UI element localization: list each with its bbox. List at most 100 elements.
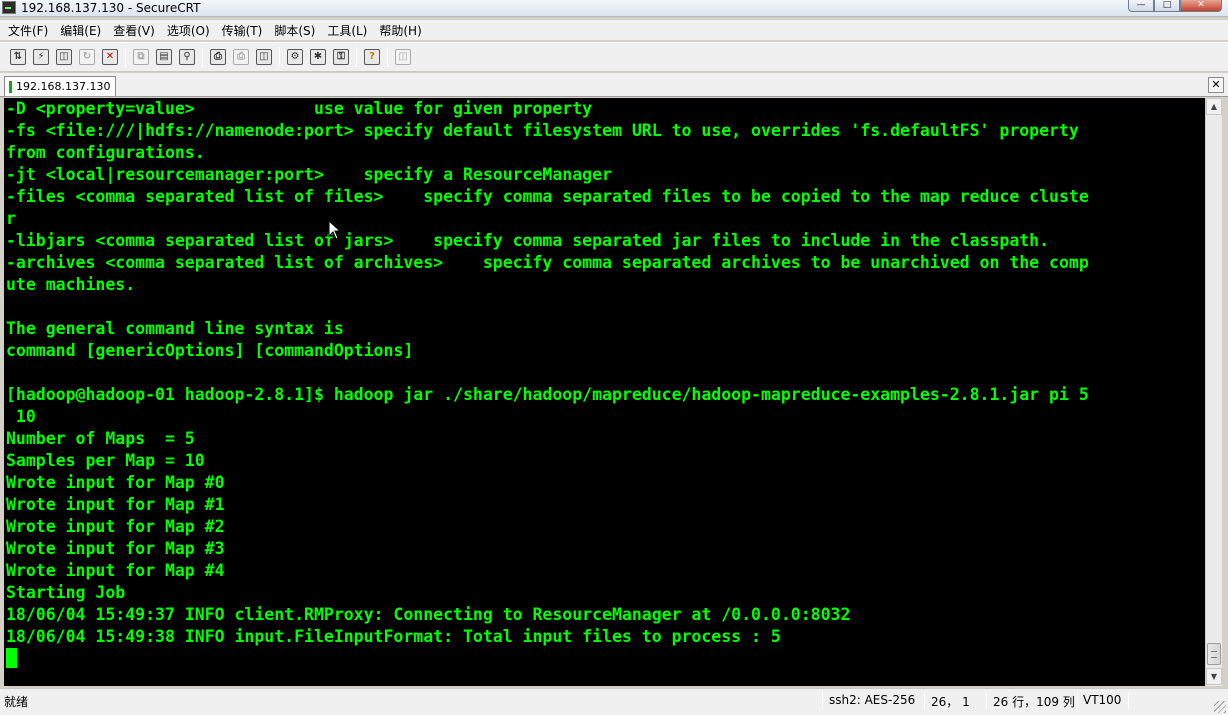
terminal-line: Wrote input for Map #1 bbox=[6, 495, 225, 514]
maximize-button[interactable]: □ bbox=[1154, 0, 1180, 12]
disconnect-icon: ✕ bbox=[102, 49, 118, 65]
terminal-line: The general command line syntax is bbox=[6, 319, 344, 338]
menu-options[interactable]: 选项(O) bbox=[161, 22, 216, 39]
menu-script[interactable]: 脚本(S) bbox=[268, 22, 321, 39]
session-tab[interactable]: 192.168.137.130 bbox=[4, 76, 116, 96]
print-button[interactable]: ⎙ bbox=[208, 47, 228, 67]
menu-help[interactable]: 帮助(H) bbox=[373, 22, 427, 39]
terminal-cursor bbox=[6, 648, 17, 668]
connect-icon: ⇅ bbox=[10, 49, 26, 65]
toolbar: ⇅ ⚡ ◫ ↻ ✕ ⧉ ▤ ⚲ ⎙ ⎙ ◫ ⚙ ✱ ⚿ ? ◫ bbox=[0, 42, 1228, 72]
print-setup-icon: ◫ bbox=[256, 49, 272, 65]
key-generate-button[interactable]: ⚿ bbox=[331, 47, 351, 67]
scrollbar-thumb[interactable] bbox=[1207, 643, 1221, 665]
status-cursor-position: 26， 1 bbox=[931, 695, 970, 709]
terminal-screen[interactable]: -D <property=value> use value for given … bbox=[4, 98, 1205, 686]
paste-icon: ▤ bbox=[156, 49, 172, 65]
title-bar: 192.168.137.130 - SecureCRT — □ ✕ bbox=[0, 0, 1228, 17]
menu-bar: 文件(F) 编辑(E) 查看(V) 选项(O) 传输(T) 脚本(S) 工具(L… bbox=[0, 20, 1228, 40]
resize-grip-icon[interactable] bbox=[1214, 701, 1226, 713]
menu-transfer[interactable]: 传输(T) bbox=[216, 22, 269, 39]
session-options-icon: ⚙ bbox=[287, 49, 303, 65]
find-button[interactable]: ⚲ bbox=[177, 47, 197, 67]
terminal-line: Starting Job bbox=[6, 583, 126, 602]
global-options-icon: ✱ bbox=[310, 49, 326, 65]
key-generate-icon: ⚿ bbox=[333, 49, 349, 65]
scroll-up-arrow-icon[interactable]: ▲ bbox=[1206, 98, 1222, 115]
global-options-button[interactable]: ✱ bbox=[308, 47, 328, 67]
terminal-line: Wrote input for Map #3 bbox=[6, 539, 225, 558]
connect-tab-button[interactable]: ◫ bbox=[54, 47, 74, 67]
quick-connect-button[interactable]: ⚡ bbox=[31, 47, 51, 67]
terminal-line: -fs <file:///|hdfs://namenode:port> spec… bbox=[6, 121, 1079, 140]
toolbar-separator bbox=[202, 47, 203, 67]
window-controls: — □ ✕ bbox=[1128, 0, 1222, 12]
print-setup-button[interactable]: ◫ bbox=[254, 47, 274, 67]
terminal-line: Wrote input for Map #0 bbox=[6, 473, 225, 492]
print-selection-button[interactable]: ⎙ bbox=[231, 47, 251, 67]
menu-view[interactable]: 查看(V) bbox=[107, 22, 161, 39]
reconnect-button[interactable]: ↻ bbox=[77, 47, 97, 67]
status-bar: 就绪 ssh2: AES-256 26， 1 26 行，109 列 VT100 bbox=[0, 688, 1228, 715]
terminal-line: -files <comma separated list of files> s… bbox=[6, 187, 1089, 206]
menu-edit[interactable]: 编辑(E) bbox=[54, 22, 107, 39]
terminal-line: Samples per Map = 10 bbox=[6, 451, 205, 470]
session-tab-label: 192.168.137.130 bbox=[16, 80, 111, 93]
find-icon: ⚲ bbox=[179, 49, 195, 65]
status-divider bbox=[1077, 692, 1078, 710]
terminal-line: from configurations. bbox=[6, 143, 205, 162]
sftp-button[interactable]: ◫ bbox=[393, 47, 413, 67]
toolbar-separator bbox=[356, 47, 357, 67]
terminal-line: -libjars <comma separated list of jars> … bbox=[6, 231, 1050, 250]
terminal-line: -D <property=value> use value for given … bbox=[6, 99, 593, 118]
terminal-line: 18/06/04 15:49:38 INFO input.FileInputFo… bbox=[6, 627, 781, 646]
print-selection-icon: ⎙ bbox=[233, 49, 249, 65]
help-button[interactable]: ? bbox=[362, 47, 382, 67]
terminal-line: Wrote input for Map #4 bbox=[6, 561, 225, 580]
connected-status-icon bbox=[9, 80, 12, 93]
vertical-scrollbar[interactable]: ▲ ▼ bbox=[1205, 98, 1222, 686]
status-divider bbox=[822, 692, 823, 710]
scroll-down-arrow-icon[interactable]: ▼ bbox=[1206, 668, 1222, 685]
status-emulation: VT100 bbox=[1083, 693, 1122, 707]
copy-button[interactable]: ⧉ bbox=[131, 47, 151, 67]
menu-file[interactable]: 文件(F) bbox=[2, 22, 54, 39]
close-button[interactable]: ✕ bbox=[1180, 0, 1222, 12]
menu-tools[interactable]: 工具(L) bbox=[321, 22, 373, 39]
terminal-line: [hadoop@hadoop-01 hadoop-2.8.1]$ hadoop … bbox=[6, 385, 1089, 404]
close-tab-button[interactable]: ✕ bbox=[1208, 77, 1224, 93]
terminal-line: ute machines. bbox=[6, 275, 136, 294]
session-options-button[interactable]: ⚙ bbox=[285, 47, 305, 67]
help-icon: ? bbox=[364, 49, 380, 65]
window-title: 192.168.137.130 - SecureCRT bbox=[21, 1, 201, 15]
minimize-button[interactable]: — bbox=[1128, 0, 1154, 12]
terminal-line: Wrote input for Map #2 bbox=[6, 517, 225, 536]
status-divider bbox=[1128, 692, 1129, 710]
securecrt-app-icon[interactable] bbox=[2, 1, 16, 14]
copy-icon: ⧉ bbox=[133, 49, 149, 65]
print-icon: ⎙ bbox=[210, 49, 226, 65]
terminal-line: 18/06/04 15:49:37 INFO client.RMProxy: C… bbox=[6, 605, 851, 624]
session-tab-strip: 192.168.137.130 bbox=[0, 73, 1228, 97]
terminal-line: -archives <comma separated list of archi… bbox=[6, 253, 1089, 272]
status-protocol: ssh2: AES-256 bbox=[829, 693, 916, 707]
status-ready: 就绪 bbox=[4, 695, 29, 709]
reconnect-icon: ↻ bbox=[79, 49, 95, 65]
terminal-line: command [genericOptions] [commandOptions… bbox=[6, 341, 414, 360]
disconnect-button[interactable]: ✕ bbox=[100, 47, 120, 67]
mouse-pointer-icon bbox=[328, 220, 342, 240]
status-terminal-size: 26 行，109 列 bbox=[993, 695, 1075, 709]
terminal-line: Number of Maps = 5 bbox=[6, 429, 195, 448]
toolbar-separator bbox=[125, 47, 126, 67]
connect-button[interactable]: ⇅ bbox=[8, 47, 28, 67]
sftp-icon: ◫ bbox=[395, 49, 411, 65]
paste-button[interactable]: ▤ bbox=[154, 47, 174, 67]
terminal-output: -D <property=value> use value for given … bbox=[6, 98, 1089, 648]
quick-connect-icon: ⚡ bbox=[33, 49, 49, 65]
toolbar-separator bbox=[387, 47, 388, 67]
status-divider bbox=[924, 692, 925, 710]
status-divider bbox=[986, 692, 987, 710]
connect-tab-icon: ◫ bbox=[56, 49, 72, 65]
